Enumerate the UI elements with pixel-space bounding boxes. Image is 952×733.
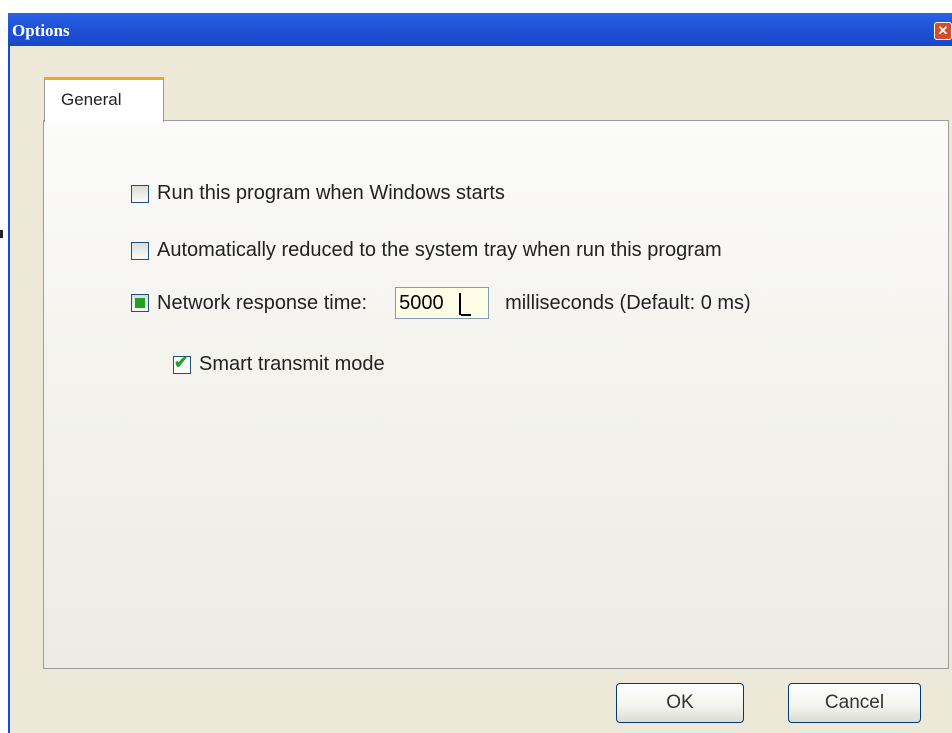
option-run-on-startup[interactable]: Run this program when Windows starts [131,182,505,205]
close-button[interactable]: ✕ [934,22,952,40]
close-icon: ✕ [937,23,949,38]
smart-transmit-label: Smart transmit mode [199,353,385,375]
cancel-button[interactable]: Cancel [788,683,921,723]
smart-transmit-checkbox[interactable]: ✔ [173,352,191,374]
network-response-input[interactable]: 5000 [395,287,490,319]
network-response-label: Network response time: [157,291,368,314]
left-edge-mark [0,230,3,238]
ok-button-label: OK [666,692,694,713]
run-on-startup-label: Run this program when Windows starts [157,182,505,204]
checkmark-icon: ✔ [174,352,189,372]
option-smart-transmit[interactable]: ✔ Smart transmit mode [173,353,385,376]
run-on-startup-checkbox[interactable] [131,184,149,203]
network-response-checkbox[interactable] [131,294,149,312]
option-minimize-to-tray[interactable]: Automatically reduced to the system tray… [131,239,722,262]
ok-button[interactable]: OK [616,683,744,723]
window-title: Options [12,21,70,40]
options-dialog: Options ✕ General Run this program when … [8,13,952,733]
tab-general[interactable]: General [44,77,164,122]
text-cursor-underscore [461,314,472,316]
minimize-to-tray-label: Automatically reduced to the system tray… [157,239,722,261]
cancel-button-label: Cancel [824,692,885,713]
general-panel: Run this program when Windows starts Aut… [43,120,949,669]
option-network-response[interactable]: Network response time: 5000 milliseconds… [131,287,751,319]
network-response-unit: milliseconds (Default: 0 ms) [505,291,751,314]
network-response-value: 5000 [399,292,444,314]
tab-general-label: General [61,90,122,109]
text-caret [459,293,462,315]
title-bar[interactable]: Options ✕ [8,13,952,46]
minimize-to-tray-checkbox[interactable] [131,241,149,260]
